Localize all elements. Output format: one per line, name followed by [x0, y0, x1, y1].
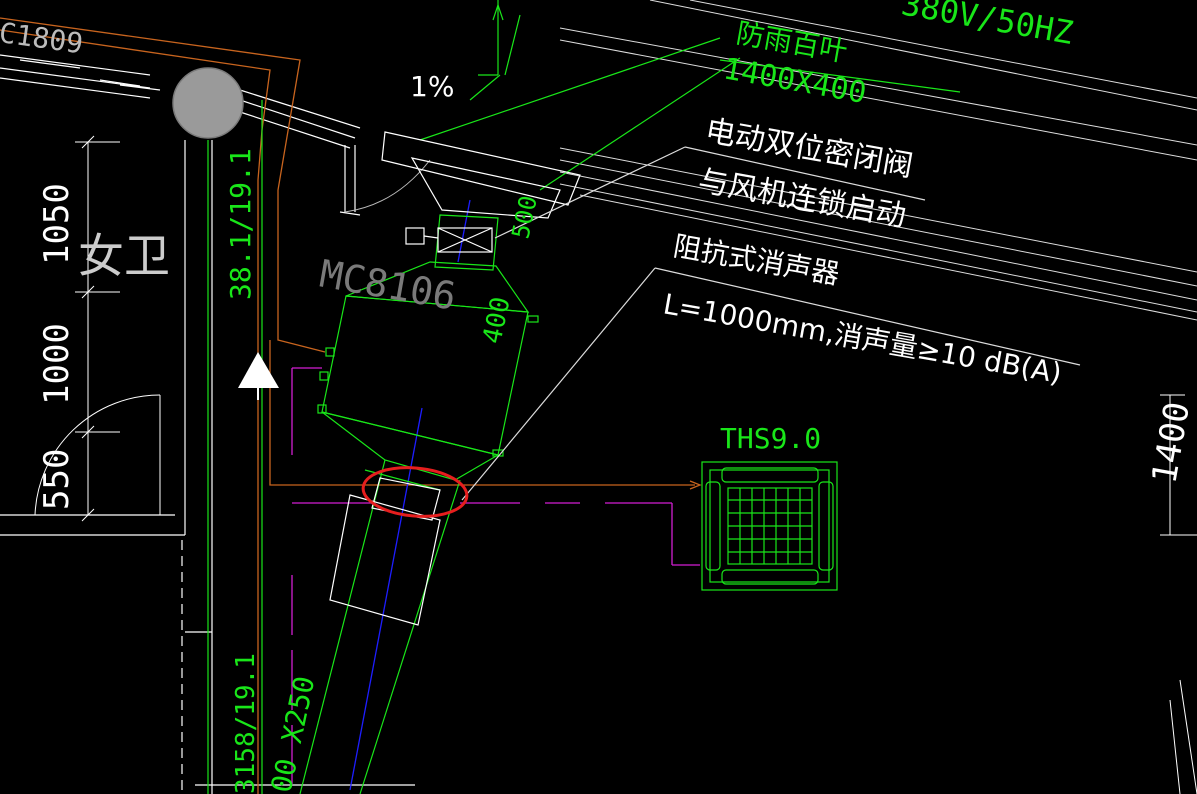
- pipe-lower-label: 3158/19.1: [231, 653, 261, 794]
- silencer-line1: 阻抗式消声器: [671, 229, 842, 291]
- label-room: 女卫: [78, 229, 170, 283]
- label-top-code: C1809: [0, 16, 85, 60]
- dim-right: 1400: [1144, 399, 1197, 487]
- condensate-pipe-magenta: [291, 367, 700, 790]
- pipe-upper-label: 38.1/19.1: [224, 148, 257, 300]
- louver-size: 1400X400: [721, 51, 869, 111]
- silencer-line2: L=1000mm,消声量≥10 dB(A): [661, 287, 1064, 390]
- duct-top-label: 500: [506, 193, 542, 241]
- dim-1050: 1050: [37, 183, 77, 265]
- cad-drawing: C1809 1% 女卫 1050 1000 550 1400 38.1/19.1…: [0, 0, 1197, 794]
- dim-1000: 1000: [37, 323, 77, 405]
- flow-arrow-up-icon: [238, 352, 279, 400]
- unit-label: THS9.0: [720, 422, 821, 455]
- duct-system-green: [207, 0, 961, 794]
- equipment-outlines: [329, 131, 1081, 626]
- duct-vertical-label: 400: [478, 294, 517, 346]
- refrigerant-pipe-orange: [0, 17, 702, 794]
- power-label: 380V/50HZ: [899, 0, 1076, 52]
- dim-550: 550: [37, 449, 77, 510]
- cassette-unit-icon[interactable]: [701, 461, 838, 591]
- riser-circle-icon: [172, 67, 244, 139]
- duct-lower-label: 00 X250: [265, 673, 322, 794]
- fan-model-label: MC8106: [316, 252, 459, 319]
- label-slope: 1%: [410, 70, 454, 103]
